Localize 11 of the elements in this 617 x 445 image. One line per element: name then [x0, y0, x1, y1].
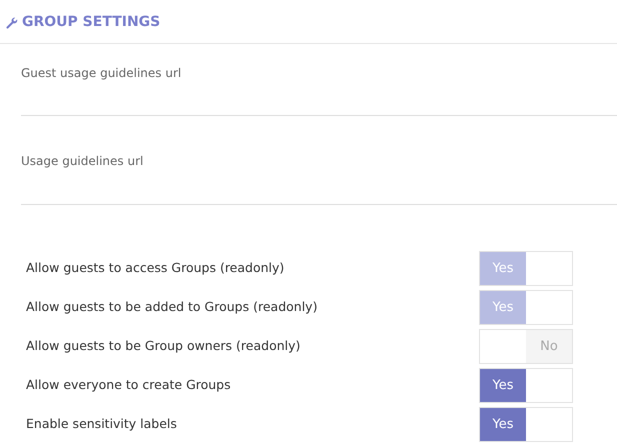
- setting-label: Allow everyone to create Groups: [26, 376, 232, 394]
- field-label: Guest usage guidelines url: [21, 65, 182, 82]
- wrench-icon: [6, 16, 18, 28]
- toggle-switch[interactable]: Yes: [479, 407, 573, 442]
- field-label: Usage guidelines url: [21, 153, 144, 170]
- toggle-switch[interactable]: Yes: [479, 368, 573, 403]
- setting-label: Enable sensitivity labels: [26, 415, 178, 434]
- section-title: GROUP SETTINGS: [22, 13, 160, 32]
- setting-label: Allow guests to be added to Groups (readonly): [26, 298, 318, 316]
- setting-label: Allow guests to access Groups (readonly): [26, 259, 286, 278]
- setting-label: Allow guests to be Group owners (readonly): [26, 337, 302, 356]
